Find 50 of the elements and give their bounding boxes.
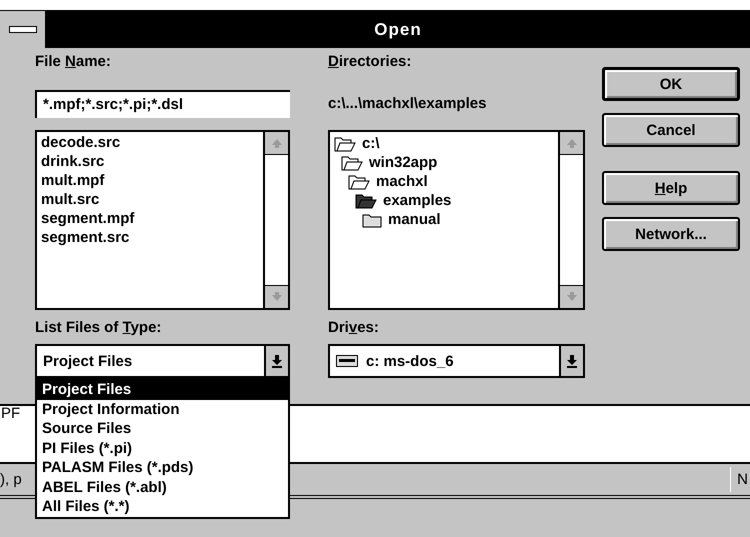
drive-name: c: ms-dos_6 bbox=[366, 352, 454, 370]
file-item[interactable]: mult.src bbox=[41, 190, 259, 209]
hard-drive-icon bbox=[336, 355, 358, 367]
dialog-button[interactable]: Help bbox=[602, 171, 740, 205]
open-folder-icon bbox=[355, 192, 377, 208]
dropdown-option[interactable]: Project Information bbox=[37, 400, 288, 419]
directory-name[interactable]: examples bbox=[383, 192, 452, 209]
field-label: File Name: bbox=[35, 52, 112, 72]
file-item[interactable]: drink.src bbox=[41, 152, 259, 171]
down-arrow-icon bbox=[271, 354, 283, 368]
file-name-field[interactable]: *.mpf;*.src;*.pi;*.dsl bbox=[35, 90, 290, 118]
file-item[interactable]: decode.src bbox=[41, 133, 259, 152]
file-item[interactable]: segment.src bbox=[41, 228, 259, 247]
status-text: ), p bbox=[0, 471, 22, 488]
dropdown-option[interactable]: PI Files (*.pi) bbox=[37, 438, 288, 458]
field-label: Drives: bbox=[328, 318, 380, 338]
dropdown-button[interactable] bbox=[559, 346, 583, 376]
system-menu-button[interactable] bbox=[0, 11, 46, 48]
scroll-up-icon[interactable] bbox=[270, 137, 282, 149]
open-folder-icon bbox=[341, 154, 363, 170]
current-path: c:\...\machxl\examples bbox=[328, 94, 488, 114]
dialog-button[interactable]: Network... bbox=[602, 217, 740, 251]
dropdown-option[interactable]: Source Files bbox=[37, 419, 288, 438]
dropdown-option[interactable]: PALASM Files (*.pds) bbox=[37, 458, 288, 478]
file-type-dropdown[interactable]: Project Files bbox=[35, 344, 290, 378]
dropdown-button[interactable] bbox=[264, 346, 288, 376]
open-folder-icon bbox=[334, 136, 356, 152]
scroll-down-icon[interactable] bbox=[270, 291, 282, 303]
directory-name[interactable]: manual bbox=[388, 211, 441, 228]
folder-icon bbox=[362, 212, 382, 228]
file-item[interactable]: mult.mpf bbox=[41, 171, 259, 190]
dialog-button[interactable]: Cancel bbox=[602, 113, 740, 147]
directory-name[interactable]: machxl bbox=[376, 173, 428, 190]
dropdown-option[interactable]: ABEL Files (*.abl) bbox=[37, 478, 288, 497]
field-label: Directories: bbox=[328, 52, 412, 72]
down-arrow-icon bbox=[566, 354, 578, 368]
scroll-down-icon[interactable] bbox=[566, 291, 578, 303]
file-item[interactable]: segment.mpf bbox=[41, 209, 259, 228]
directory-name[interactable]: win32app bbox=[369, 154, 438, 171]
scroll-up-icon[interactable] bbox=[566, 137, 578, 149]
open-folder-icon bbox=[348, 174, 370, 190]
dropdown-option[interactable]: All Files (*.*) bbox=[37, 497, 288, 516]
status-indicator: N bbox=[730, 467, 750, 492]
window-title: Open bbox=[373, 20, 423, 40]
dialog-button[interactable]: OK bbox=[602, 67, 740, 101]
dropdown-option[interactable]: Project Files bbox=[37, 380, 288, 400]
field-label: List Files of Type: bbox=[35, 318, 162, 338]
directory-name[interactable]: c:\ bbox=[362, 135, 380, 152]
drives-dropdown[interactable]: c: ms-dos_6 bbox=[328, 344, 585, 378]
document-text: PF bbox=[0, 405, 20, 422]
